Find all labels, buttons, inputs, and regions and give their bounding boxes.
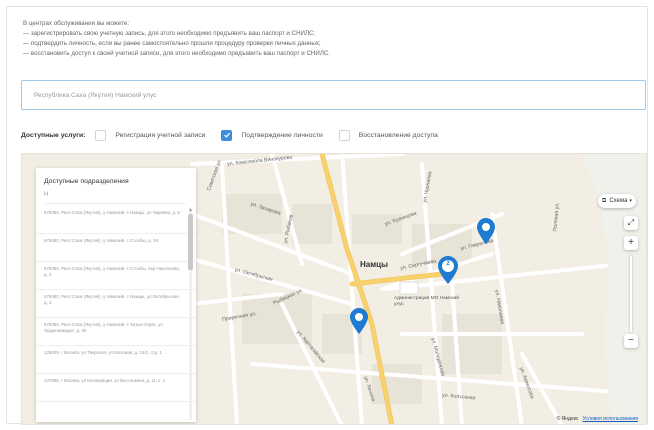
branch-item[interactable]: 125009, г Москва, ул Тверская, ул Мохова…	[36, 346, 196, 374]
scroll-up-icon[interactable]: ▴	[188, 208, 193, 213]
intro-line-3: — подтвердить личность, если вы ранее са…	[23, 40, 321, 47]
address-search	[21, 80, 646, 110]
map-credits: © Яндекс Условия использования	[557, 416, 638, 422]
terms-link[interactable]: Условия использования	[583, 416, 639, 422]
branch-item[interactable]: 678380, Респ Саха (Якутия), у Намский, с…	[36, 290, 196, 318]
branches-scrollbar-thumb[interactable]	[188, 214, 193, 270]
yandex-credit: © Яндекс	[556, 416, 579, 422]
city-label: Намцы	[360, 260, 388, 269]
zoom-in-button[interactable]: +	[624, 236, 638, 250]
address-search-input[interactable]	[22, 81, 645, 109]
branches-list: 678380, Респ Саха (Якутия), у Намский, с…	[36, 206, 196, 420]
map-cluster-icon[interactable]: 2	[438, 256, 458, 289]
identity-checkbox[interactable]	[221, 129, 233, 141]
map-layers-label: Схема	[609, 198, 628, 204]
services-label: Доступные услуги:	[21, 131, 86, 139]
map-pin-icon[interactable]	[477, 218, 495, 249]
branch-item[interactable]: 678380, Респ Саха (Якутия), у Намский, с…	[36, 318, 196, 346]
layers-icon: ⧉	[602, 197, 607, 204]
intro-line-1: В центрах обслуживания вы можете:	[23, 20, 130, 27]
map-pin-icon[interactable]	[350, 308, 368, 339]
zoom-out-button[interactable]: −	[624, 334, 638, 348]
service-registration[interactable]: Регистрация учетной записи	[95, 129, 206, 141]
admin-label: Администрация МО Намский улус	[394, 296, 459, 307]
intro-line-2: — зарегистрировать свою учетную запись, …	[23, 30, 316, 37]
map-view[interactable]: ул. Комсомола Винокурова Советская ул. у…	[21, 153, 647, 425]
map-layers-button[interactable]: ⧉ Схема ▾	[598, 194, 636, 208]
recovery-checkbox[interactable]	[338, 129, 350, 141]
registration-label: Регистрация учетной записи	[115, 131, 206, 139]
intro-line-4: — восстановить доступ к своей учетной за…	[23, 50, 331, 57]
service-identity-confirmation[interactable]: Подтверждение личности	[221, 129, 323, 141]
branches-filter-input[interactable]: Н	[44, 192, 186, 204]
zoom-slider[interactable]	[630, 256, 632, 332]
intro-text: В центрах обслуживания вы можете: — заре…	[23, 19, 623, 59]
fullscreen-icon: ⤢	[627, 218, 635, 227]
branch-item[interactable]: 678380, Респ Саха (Якутия), у Намский, с…	[36, 234, 196, 262]
chevron-down-icon: ▾	[629, 198, 632, 204]
branch-item[interactable]: 678380, Респ Саха (Якутия), у Намский, с…	[36, 262, 196, 290]
branches-panel: Доступные подразделения Н 678380, Респ С…	[36, 168, 196, 422]
identity-label: Подтверждение личности	[241, 131, 323, 139]
check-icon	[224, 132, 230, 138]
cluster-count: 2	[446, 261, 450, 267]
registration-checkbox[interactable]	[95, 129, 107, 141]
branch-item[interactable]: 107996, г Москва, ул Кооперации, ул Бесс…	[36, 374, 196, 402]
service-centers-panel: В центрах обслуживания вы можете: — заре…	[6, 6, 648, 425]
service-access-recovery[interactable]: Восстановление доступа	[338, 129, 438, 141]
branches-title: Доступные подразделения	[44, 178, 129, 185]
services-filter: Доступные услуги: Регистрация учетной за…	[21, 128, 454, 142]
fullscreen-button[interactable]: ⤢	[624, 216, 638, 230]
branch-item[interactable]: 678380, Респ Саха (Якутия), у Намский, с…	[36, 206, 196, 234]
recovery-label: Восстановление доступа	[358, 131, 438, 139]
